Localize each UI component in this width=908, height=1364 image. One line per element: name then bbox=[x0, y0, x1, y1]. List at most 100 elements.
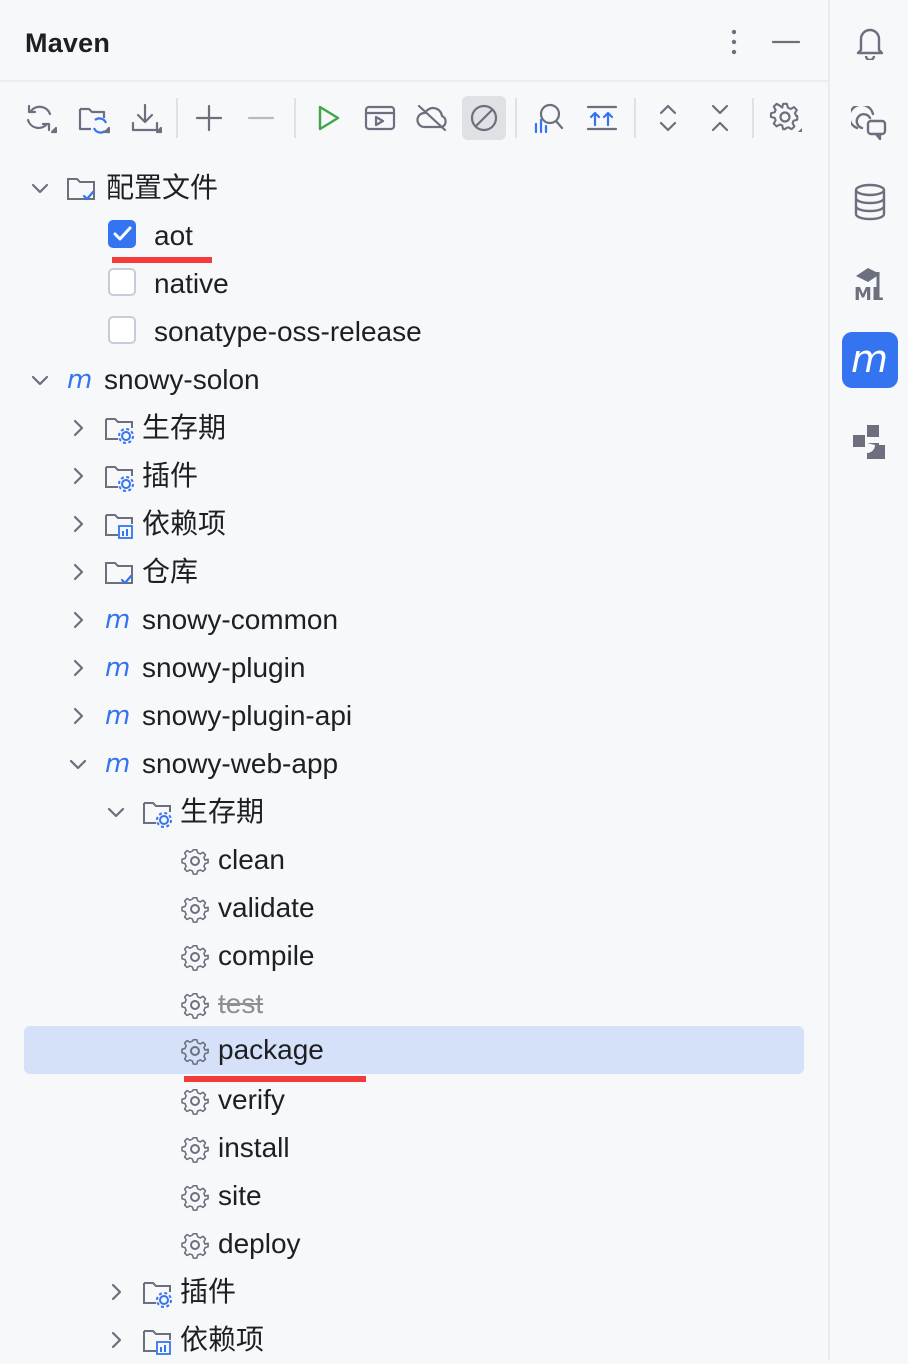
goal-validate[interactable]: validate bbox=[24, 884, 804, 932]
settings-icon[interactable] bbox=[764, 96, 808, 140]
svg-text:m: m bbox=[851, 342, 888, 378]
tree-node-snowy-web-app[interactable]: m snowy-web-app bbox=[24, 740, 804, 788]
svg-text:m: m bbox=[105, 750, 130, 779]
chevron-down-icon[interactable] bbox=[30, 370, 50, 390]
tree-node-lifecycle[interactable]: 生存期 bbox=[24, 404, 804, 452]
minimize-icon[interactable] bbox=[766, 22, 806, 62]
goal-install[interactable]: install bbox=[24, 1124, 804, 1172]
tree-node-module[interactable]: m snowy-plugin bbox=[24, 644, 804, 692]
show-dependencies-icon[interactable] bbox=[580, 96, 624, 140]
gear-icon bbox=[181, 1136, 209, 1163]
toolbar-separator bbox=[634, 98, 636, 138]
profile-sonatype-oss-release[interactable]: sonatype-oss-release bbox=[24, 308, 804, 356]
maven-module-icon: m bbox=[67, 366, 92, 395]
tree-node-profiles[interactable]: 配置文件 bbox=[24, 164, 804, 212]
chevron-right-icon[interactable] bbox=[68, 658, 88, 678]
tree-node-dependencies[interactable]: 依赖项 bbox=[24, 500, 804, 548]
gear-icon bbox=[181, 944, 209, 971]
repositories-folder-icon bbox=[105, 562, 133, 585]
goal-package-selected[interactable]: package bbox=[24, 1026, 804, 1074]
gear-icon bbox=[181, 1038, 209, 1065]
plugins-folder-icon bbox=[105, 466, 134, 492]
remove-icon[interactable] bbox=[239, 96, 283, 140]
gear-icon bbox=[181, 896, 209, 923]
analyze-dependencies-icon[interactable] bbox=[526, 96, 570, 140]
database-icon[interactable] bbox=[842, 174, 898, 230]
tree-label: snowy-plugin-api bbox=[142, 700, 353, 731]
ml-icon[interactable]: ML bbox=[842, 254, 898, 310]
profile-label: sonatype-oss-release bbox=[154, 316, 422, 347]
goal-site[interactable]: site bbox=[24, 1172, 804, 1220]
chevron-down-icon[interactable] bbox=[30, 178, 50, 198]
toolbar-separator bbox=[752, 98, 754, 138]
skip-tests-icon[interactable] bbox=[462, 96, 506, 140]
goal-compile[interactable]: compile bbox=[24, 932, 804, 980]
tool-window-title: Maven bbox=[25, 28, 111, 58]
maven-module-icon: m bbox=[105, 654, 130, 683]
tree-label: snowy-solon bbox=[104, 364, 260, 395]
chevron-right-icon[interactable] bbox=[68, 610, 88, 630]
chevron-right-icon[interactable] bbox=[106, 1282, 126, 1302]
tree-node-repositories[interactable]: 仓库 bbox=[24, 548, 804, 596]
goal-label: install bbox=[218, 1132, 290, 1163]
tree-label: 插件 bbox=[180, 1276, 237, 1307]
tree-node-snowy-solon[interactable]: m snowy-solon bbox=[24, 356, 804, 404]
goal-deploy[interactable]: deploy bbox=[24, 1220, 804, 1268]
offline-icon[interactable] bbox=[410, 96, 454, 140]
more-options-icon[interactable] bbox=[714, 22, 754, 62]
download-icon[interactable] bbox=[123, 96, 167, 140]
chevron-right-icon[interactable] bbox=[106, 1330, 126, 1350]
chevron-down-icon[interactable] bbox=[106, 802, 126, 822]
ai-chat-icon[interactable] bbox=[842, 96, 898, 152]
tree-node-module[interactable]: m snowy-common bbox=[24, 596, 804, 644]
profile-checkbox[interactable] bbox=[108, 316, 136, 344]
profile-checkbox[interactable] bbox=[108, 268, 136, 296]
chevron-right-icon[interactable] bbox=[68, 514, 88, 534]
execute-goal-icon[interactable] bbox=[358, 96, 402, 140]
notifications-icon[interactable] bbox=[842, 14, 898, 70]
gear-icon bbox=[181, 1088, 209, 1115]
tree-label: 插件 bbox=[142, 460, 199, 491]
expand-all-icon[interactable] bbox=[646, 96, 690, 140]
checkmark-icon bbox=[113, 226, 132, 241]
plugins-folder-icon bbox=[143, 1282, 172, 1308]
tree-node-plugins[interactable]: 插件 bbox=[24, 452, 804, 500]
toolbar-separator bbox=[294, 98, 296, 138]
maven-module-icon: m bbox=[105, 606, 130, 635]
chevron-down-icon[interactable] bbox=[68, 754, 88, 774]
lifecycle-folder-icon bbox=[105, 418, 134, 444]
collapse-all-icon[interactable] bbox=[698, 96, 742, 140]
profile-native[interactable]: native bbox=[24, 260, 804, 308]
tree-node-plugins[interactable]: 插件 bbox=[24, 1268, 804, 1316]
chevron-right-icon[interactable] bbox=[68, 418, 88, 438]
reload-project-icon[interactable] bbox=[71, 96, 115, 140]
profile-aot[interactable]: aot bbox=[24, 212, 804, 260]
tree-label: 生存期 bbox=[180, 796, 265, 827]
plugin-icon[interactable] bbox=[842, 414, 898, 470]
maven-icon[interactable]: m bbox=[842, 332, 898, 388]
svg-text:m: m bbox=[67, 366, 92, 395]
add-icon[interactable] bbox=[187, 96, 231, 140]
goal-clean[interactable]: clean bbox=[24, 836, 804, 884]
goal-label: package bbox=[218, 1034, 324, 1065]
tree-node-dependencies[interactable]: 依赖项 bbox=[24, 1316, 804, 1364]
chevron-right-icon[interactable] bbox=[68, 562, 88, 582]
run-icon[interactable] bbox=[306, 96, 350, 140]
tree-node-module[interactable]: m snowy-plugin-api bbox=[24, 692, 804, 740]
goal-test-skipped[interactable]: test bbox=[24, 980, 804, 1028]
tree-label: snowy-plugin bbox=[142, 652, 306, 683]
gear-icon bbox=[181, 848, 209, 875]
toolbar-separator bbox=[176, 98, 178, 138]
profile-checkbox-checked[interactable] bbox=[108, 220, 136, 248]
goal-label: site bbox=[218, 1180, 262, 1211]
maven-module-icon: m bbox=[105, 750, 130, 779]
goal-label: verify bbox=[218, 1084, 285, 1115]
tree-node-lifecycle[interactable]: 生存期 bbox=[24, 788, 804, 836]
chevron-right-icon[interactable] bbox=[68, 466, 88, 486]
chevron-right-icon[interactable] bbox=[68, 706, 88, 726]
tool-window-header: Maven bbox=[0, 0, 828, 82]
maven-module-icon: m bbox=[105, 702, 130, 731]
reload-all-icon[interactable] bbox=[18, 96, 62, 140]
goal-verify[interactable]: verify bbox=[24, 1076, 804, 1124]
tree-label: 生存期 bbox=[142, 412, 227, 443]
